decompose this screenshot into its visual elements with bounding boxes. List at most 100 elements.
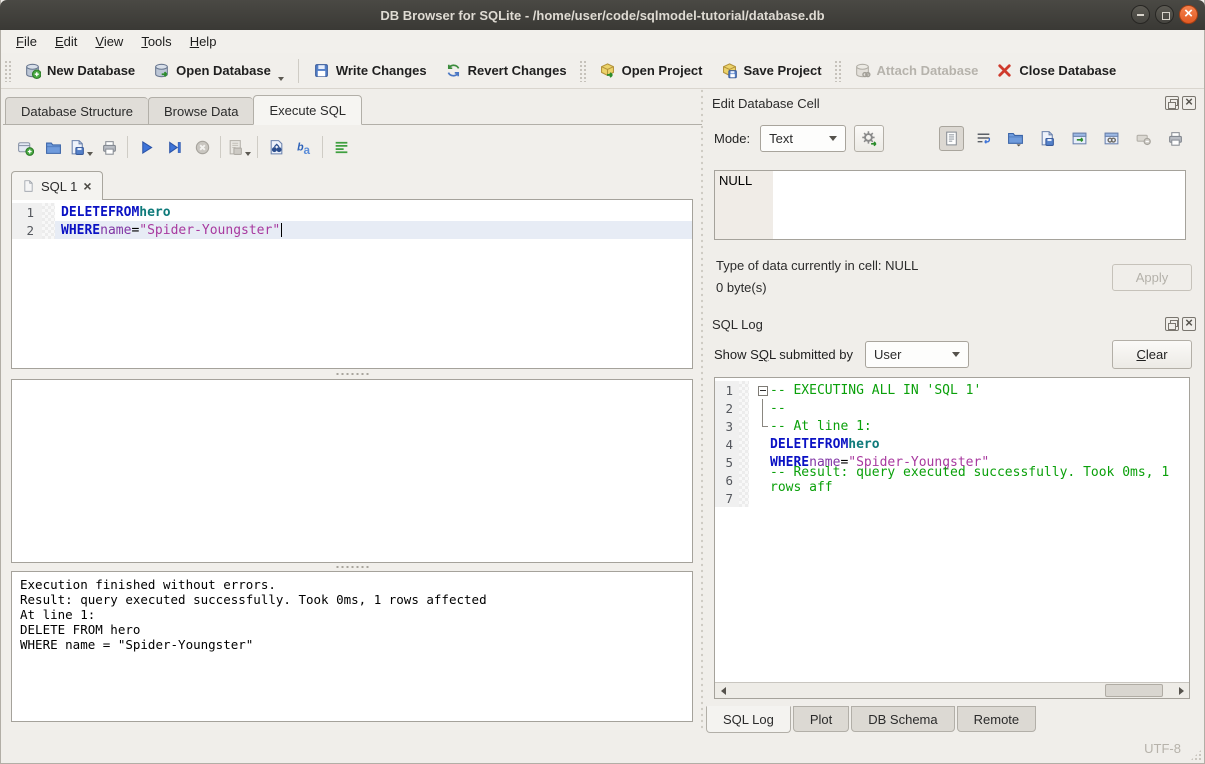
close-dock-button[interactable] (1182, 317, 1196, 331)
tab-browse-data[interactable]: Browse Data (148, 97, 253, 125)
fold-marker-icon[interactable] (755, 381, 770, 399)
fold-margin (42, 221, 55, 239)
open-in-external-button[interactable] (1067, 126, 1092, 151)
open-project-button[interactable]: Open Project (590, 56, 712, 86)
cell-value-editor[interactable]: NULL (714, 170, 1186, 240)
maximize-button[interactable] (1155, 5, 1174, 24)
menubar: File Edit View Tools Help (1, 30, 1204, 53)
results-messages-splitter[interactable] (11, 562, 693, 571)
tab-plot[interactable]: Plot (793, 706, 849, 732)
code-line[interactable]: 3-- At line 1: (715, 417, 1189, 435)
menu-edit[interactable]: Edit (46, 31, 86, 52)
revert-changes-label: Revert Changes (468, 63, 567, 78)
float-dock-button[interactable] (1165, 96, 1179, 110)
sql-editor[interactable]: 1DELETE FROM hero2WHERE name = "Spider-Y… (11, 199, 693, 369)
toolbar-drag-handle[interactable] (579, 60, 587, 82)
word-wrap-button[interactable] (971, 126, 996, 151)
menu-file[interactable]: File (7, 31, 46, 52)
results-pane[interactable] (11, 379, 693, 563)
find-button[interactable] (262, 133, 290, 161)
main-toolbar: New Database Open Database Write Changes… (1, 53, 1204, 89)
export-cell-data-button[interactable] (1035, 126, 1060, 151)
mode-label: Mode: (714, 131, 750, 146)
new-tab-icon (17, 139, 34, 156)
save-results-dropdown-icon (245, 152, 251, 156)
sql-file-tab[interactable]: SQL 1 (11, 171, 103, 200)
revert-changes-button[interactable]: Revert Changes (436, 56, 576, 86)
autocomplete-button[interactable]: ba (290, 133, 318, 161)
tab-db-schema[interactable]: DB Schema (851, 706, 954, 732)
edit-cell-header: Edit Database Cell (706, 93, 1196, 113)
scroll-left-arrow-icon[interactable] (715, 683, 731, 698)
open-database-dropdown-icon[interactable] (278, 77, 284, 81)
import-cell-data-button[interactable] (1003, 126, 1028, 151)
execute-current-line-button[interactable] (160, 133, 188, 161)
new-database-button[interactable]: New Database (15, 56, 144, 86)
print-sql-button[interactable] (95, 133, 123, 161)
resize-grip[interactable] (1190, 749, 1202, 761)
minimize-button[interactable] (1131, 5, 1150, 24)
scrollbar-track[interactable] (731, 683, 1173, 698)
encoding-indicator[interactable]: UTF-8 (1144, 741, 1181, 756)
menu-view[interactable]: View (86, 31, 132, 52)
tab-sql-log[interactable]: SQL Log (706, 706, 791, 733)
fold-spacer (755, 453, 770, 471)
save-sql-dropdown-icon[interactable] (87, 152, 93, 156)
editor-results-splitter[interactable] (11, 369, 693, 378)
close-window-button[interactable] (1179, 5, 1198, 24)
scroll-right-arrow-icon[interactable] (1173, 683, 1189, 698)
mode-select[interactable]: Text (760, 125, 846, 152)
code-line[interactable]: 1-- EXECUTING ALL IN 'SQL 1' (715, 381, 1189, 399)
format-sql-button[interactable] (327, 133, 355, 161)
code-text (749, 489, 1189, 507)
toolbar-drag-handle[interactable] (4, 60, 12, 82)
clear-log-button[interactable]: Clear (1112, 340, 1192, 369)
close-dock-button[interactable] (1182, 96, 1196, 110)
code-line[interactable]: 6-- Result: query executed successfully.… (715, 471, 1189, 489)
app-window: DB Browser for SQLite - /home/user/code/… (0, 0, 1205, 764)
cell-editor-controls: Mode: Text (714, 124, 1188, 152)
fold-margin (739, 381, 749, 399)
close-database-icon (996, 62, 1013, 79)
tab-execute-sql[interactable]: Execute SQL (253, 95, 362, 125)
float-dock-button[interactable] (1165, 317, 1179, 331)
close-database-button[interactable]: Close Database (987, 56, 1125, 86)
menu-tools[interactable]: Tools (132, 31, 180, 52)
print-cell-button[interactable] (1163, 126, 1188, 151)
panel-splitter[interactable] (699, 88, 705, 730)
tab-database-structure[interactable]: Database Structure (5, 97, 148, 125)
save-project-button[interactable]: Save Project (712, 56, 831, 86)
open-database-button[interactable]: Open Database (144, 56, 293, 86)
execute-all-button[interactable] (132, 133, 160, 161)
write-changes-button[interactable]: Write Changes (304, 56, 436, 86)
code-line[interactable]: 2-- (715, 399, 1189, 417)
toolbar-drag-handle[interactable] (834, 60, 842, 82)
new-sql-tab-button[interactable] (11, 133, 39, 161)
auto-apply-button[interactable] (854, 125, 884, 152)
titlebar[interactable]: DB Browser for SQLite - /home/user/code/… (0, 0, 1205, 30)
sql-toolbar-separator (127, 136, 128, 158)
scrollbar-thumb[interactable] (1105, 684, 1163, 697)
document-icon (943, 130, 960, 147)
code-line[interactable]: 7 (715, 489, 1189, 507)
link-icon (1103, 130, 1120, 147)
fold-margin (739, 453, 749, 471)
menu-help[interactable]: Help (181, 31, 226, 52)
log-filter-select[interactable]: User (865, 341, 969, 368)
log-horizontal-scrollbar[interactable] (715, 682, 1189, 698)
save-project-icon (721, 62, 738, 79)
close-sql-tab-icon[interactable] (83, 178, 91, 194)
sql-log-header: SQL Log (706, 314, 1196, 334)
code-line[interactable]: 4DELETE FROM hero (715, 435, 1189, 453)
execution-message-pane[interactable]: Execution finished without errors. Resul… (11, 571, 693, 722)
copy-link-button[interactable] (1099, 126, 1124, 151)
sql-log-view[interactable]: 1-- EXECUTING ALL IN 'SQL 1'2--3-- At li… (714, 377, 1190, 699)
sql-log-title: SQL Log (706, 317, 763, 332)
code-line[interactable]: 2WHERE name = "Spider-Youngster" (12, 221, 692, 239)
code-line[interactable]: 1DELETE FROM hero (12, 203, 692, 221)
open-sql-file-button[interactable] (39, 133, 67, 161)
cell-edit-area[interactable] (773, 171, 1185, 239)
tab-remote[interactable]: Remote (957, 706, 1037, 732)
save-sql-file-button[interactable] (67, 133, 95, 161)
text-mode-button[interactable] (939, 126, 964, 151)
